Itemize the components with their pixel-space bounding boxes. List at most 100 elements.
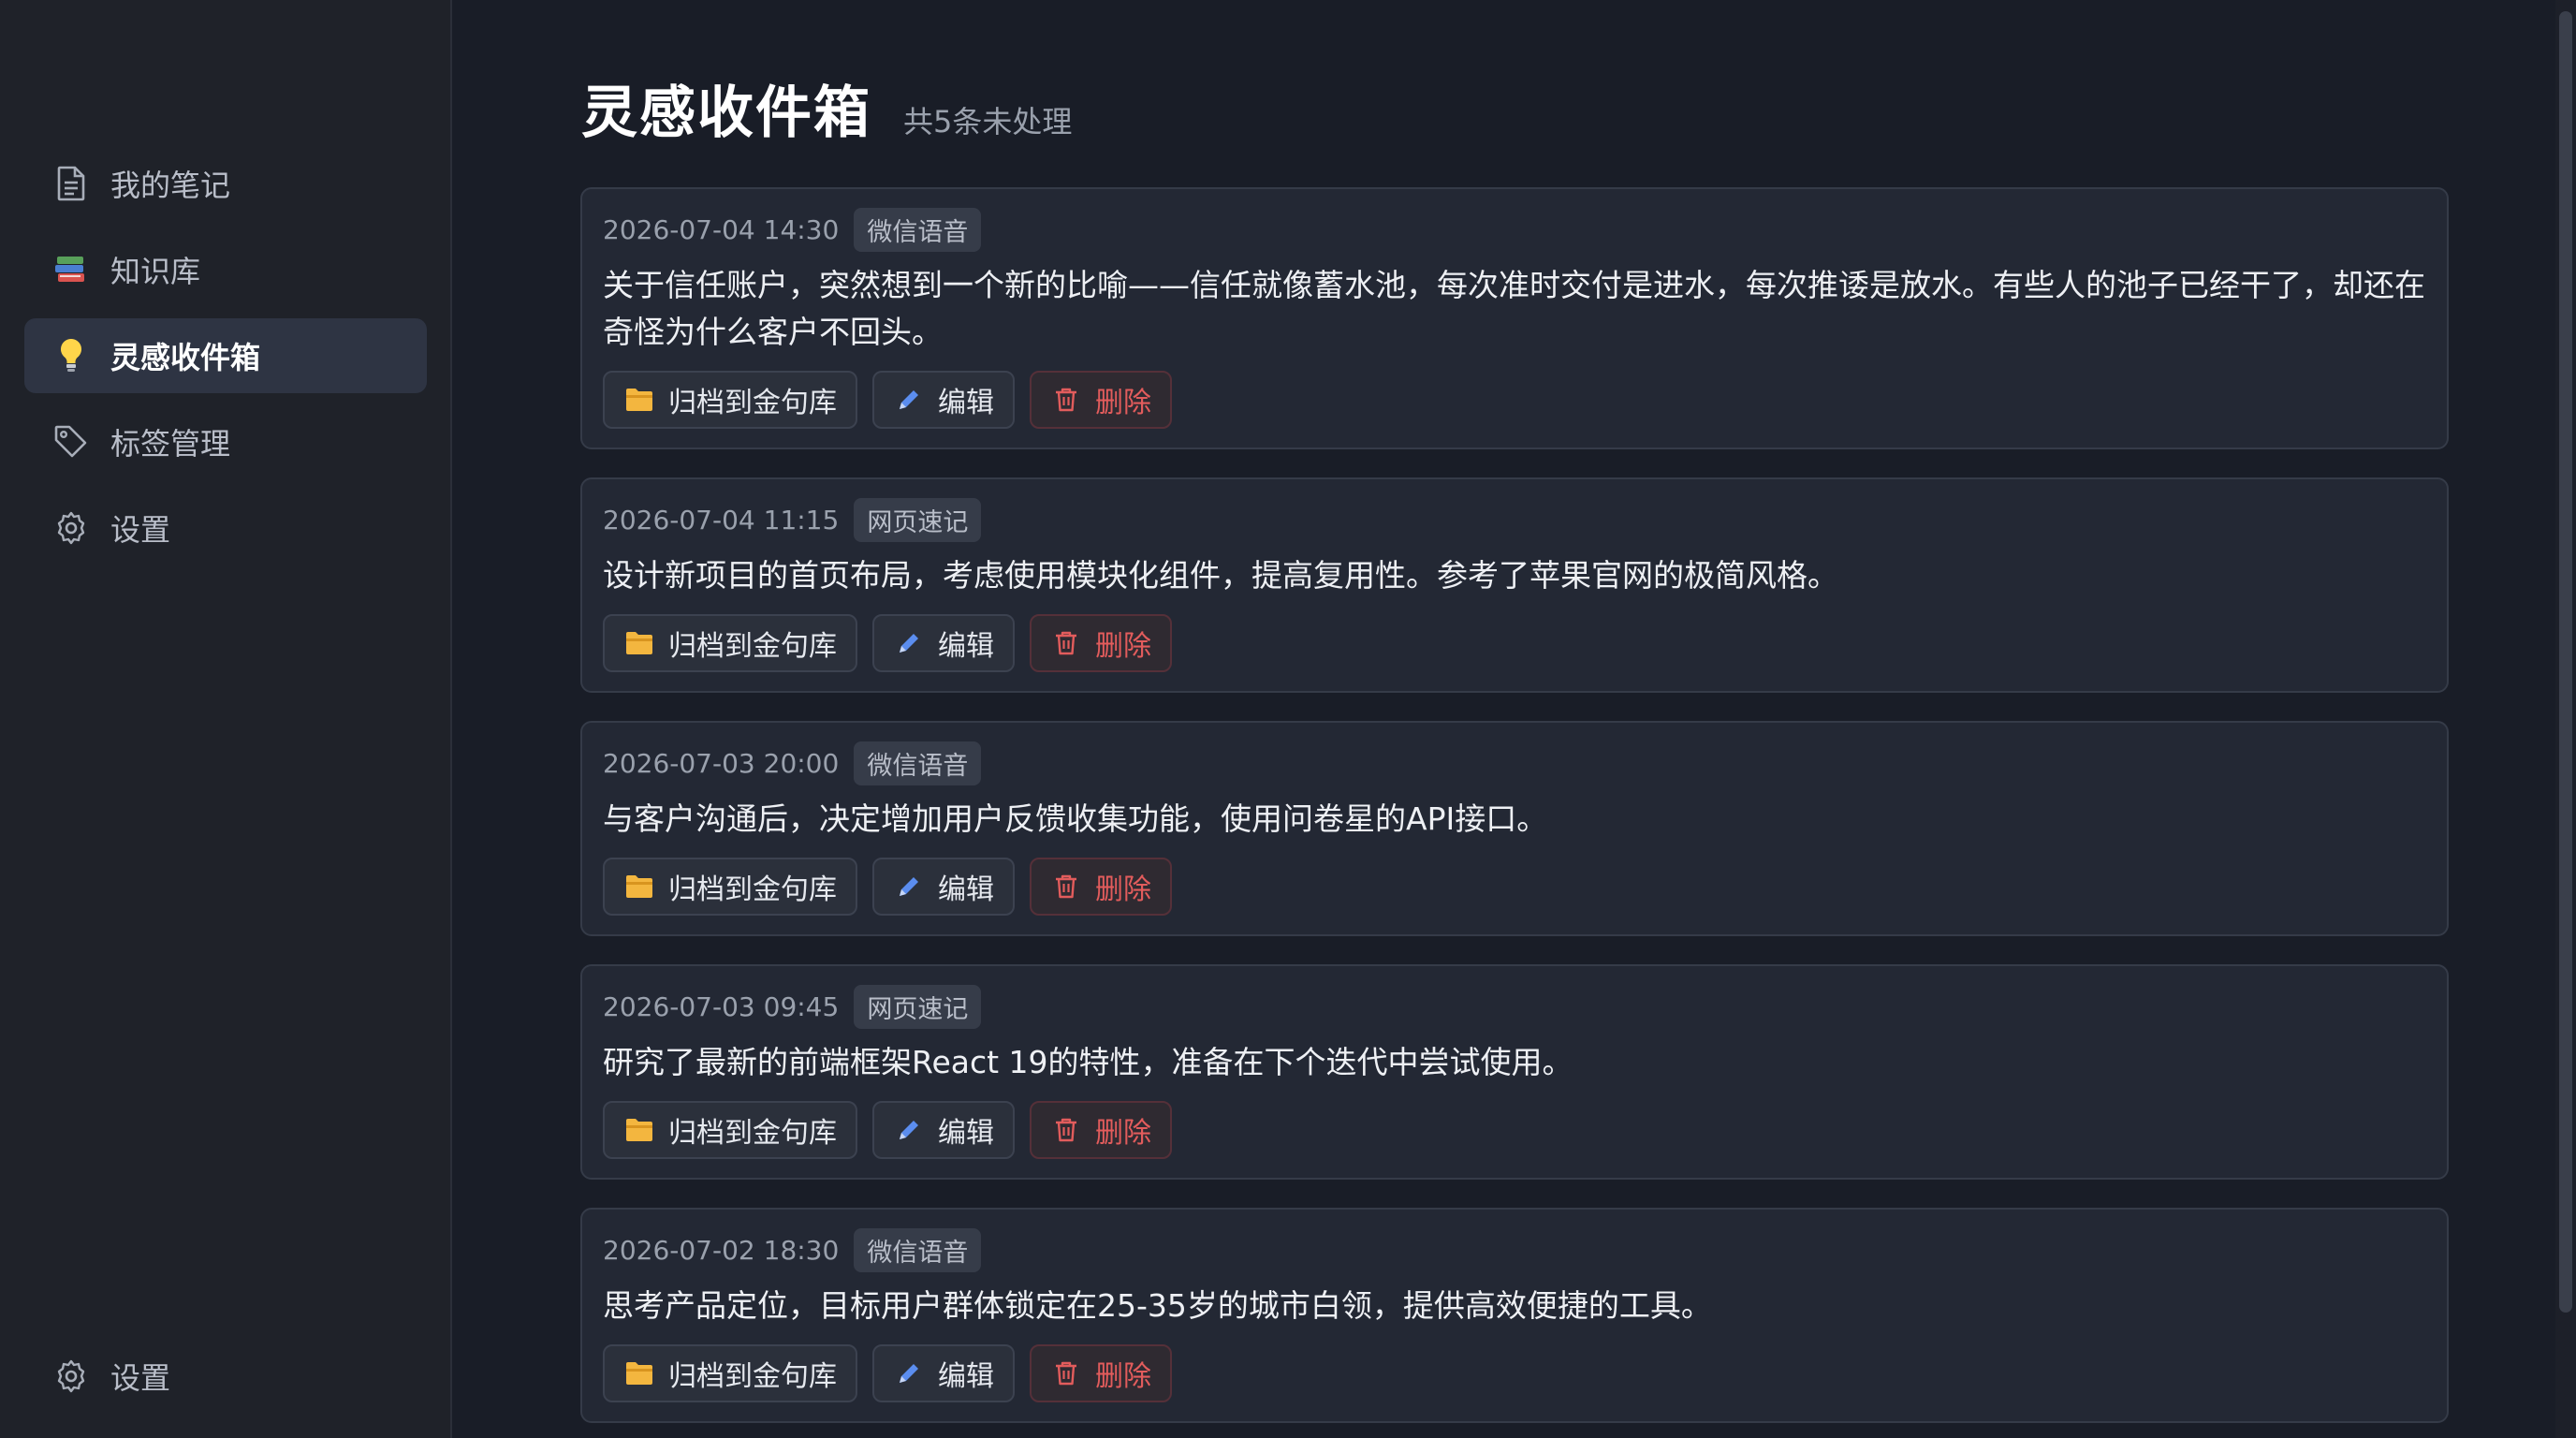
edit-button-label: 编辑 bbox=[938, 1360, 994, 1393]
delete-button-label: 删除 bbox=[1095, 1360, 1151, 1393]
sidebar-item-tag-management[interactable]: 标签管理 bbox=[24, 404, 427, 479]
delete-button[interactable]: 删除 bbox=[1030, 858, 1172, 916]
pencil-icon bbox=[893, 627, 925, 659]
delete-button[interactable]: 删除 bbox=[1030, 371, 1172, 429]
sidebar-item-knowledge-base[interactable]: 知识库 bbox=[24, 232, 427, 307]
sidebar-bottom-settings[interactable]: 设置 bbox=[24, 1339, 427, 1414]
sidebar-item-label: 标签管理 bbox=[110, 426, 231, 462]
card-content: 与客户沟通后，决定增加用户反馈收集功能，使用问卷星的API接口。 bbox=[603, 800, 1548, 837]
inspiration-card: 2026-07-03 20:00 微信语音 与客户沟通后，决定增加用户反馈收集功… bbox=[580, 721, 2449, 936]
pencil-icon bbox=[893, 1357, 925, 1389]
sidebar-footer: 设置 bbox=[24, 1339, 427, 1425]
card-meta: 2026-07-04 11:15 网页速记 bbox=[603, 497, 2426, 542]
sidebar-item-label: 设置 bbox=[110, 512, 171, 548]
card-timestamp: 2026-07-04 14:30 bbox=[603, 213, 840, 245]
archive-button[interactable]: 归档到金句库 bbox=[603, 1344, 857, 1402]
card-actions: 归档到金句库 编辑 删除 bbox=[603, 858, 2426, 916]
pencil-icon bbox=[893, 1114, 925, 1146]
app-window: 我的笔记 知识库 灵感收件箱 标签管理 设置 设置 灵感收件箱 共5条未处理 2… bbox=[0, 0, 2576, 1438]
sidebar-nav: 我的笔记 知识库 灵感收件箱 标签管理 设置 bbox=[24, 146, 427, 577]
main-content: 灵感收件箱 共5条未处理 2026-07-04 14:30 微信语音 关于信任账… bbox=[454, 0, 2576, 1438]
sidebar-item-my-notes[interactable]: 我的笔记 bbox=[24, 146, 427, 221]
sidebar-item-label: 设置 bbox=[110, 1360, 171, 1396]
archive-button-label: 归档到金句库 bbox=[668, 630, 837, 663]
delete-button-label: 删除 bbox=[1095, 1117, 1151, 1150]
card-meta: 2026-07-02 18:30 微信语音 bbox=[603, 1227, 2426, 1272]
archive-button-label: 归档到金句库 bbox=[668, 873, 837, 906]
sidebar-item-label: 我的笔记 bbox=[110, 168, 231, 203]
folder-icon bbox=[623, 871, 655, 902]
folder-icon bbox=[623, 384, 655, 416]
delete-button-label: 删除 bbox=[1095, 387, 1151, 419]
scrollbar[interactable] bbox=[2555, 0, 2576, 1438]
source-badge: 网页速记 bbox=[854, 497, 982, 542]
card-actions: 归档到金句库 编辑 删除 bbox=[603, 1344, 2426, 1402]
card-timestamp: 2026-07-03 09:45 bbox=[603, 990, 840, 1022]
card-actions: 归档到金句库 编辑 删除 bbox=[603, 614, 2426, 672]
pencil-icon bbox=[893, 871, 925, 902]
card-meta: 2026-07-03 20:00 微信语音 bbox=[603, 741, 2426, 785]
trash-icon bbox=[1050, 1114, 1082, 1146]
folder-icon bbox=[623, 1114, 655, 1146]
scrollbar-thumb[interactable] bbox=[2559, 11, 2572, 1313]
card-timestamp: 2026-07-03 20:00 bbox=[603, 747, 840, 779]
tag-icon bbox=[52, 423, 90, 461]
archive-button-label: 归档到金句库 bbox=[668, 1360, 837, 1393]
card-content: 关于信任账户，突然想到一个新的比喻——信任就像蓄水池，每次准时交付是进水，每次推… bbox=[603, 267, 2425, 350]
edit-button-label: 编辑 bbox=[938, 630, 994, 663]
trash-icon bbox=[1050, 384, 1082, 416]
card-actions: 归档到金句库 编辑 删除 bbox=[603, 1101, 2426, 1159]
card-content: 设计新项目的首页布局，考虑使用模块化组件，提高复用性。参考了苹果官网的极简风格。 bbox=[603, 557, 1838, 594]
page-header: 灵感收件箱 共5条未处理 bbox=[581, 67, 1072, 149]
source-badge: 网页速记 bbox=[854, 984, 982, 1029]
inspiration-card: 2026-07-04 11:15 网页速记 设计新项目的首页布局，考虑使用模块化… bbox=[580, 477, 2449, 693]
card-meta: 2026-07-03 09:45 网页速记 bbox=[603, 984, 2426, 1029]
edit-button-label: 编辑 bbox=[938, 1117, 994, 1150]
gear-icon bbox=[52, 509, 90, 547]
delete-button[interactable]: 删除 bbox=[1030, 614, 1172, 672]
sidebar-item-settings[interactable]: 设置 bbox=[24, 491, 427, 565]
delete-button[interactable]: 删除 bbox=[1030, 1344, 1172, 1402]
sidebar-item-label: 知识库 bbox=[110, 254, 201, 289]
archive-button[interactable]: 归档到金句库 bbox=[603, 371, 857, 429]
inspiration-card: 2026-07-04 14:30 微信语音 关于信任账户，突然想到一个新的比喻—… bbox=[580, 187, 2449, 449]
archive-button[interactable]: 归档到金句库 bbox=[603, 858, 857, 916]
lightbulb-icon bbox=[52, 337, 90, 374]
card-timestamp: 2026-07-02 18:30 bbox=[603, 1234, 840, 1266]
archive-button[interactable]: 归档到金句库 bbox=[603, 1101, 857, 1159]
folder-icon bbox=[623, 1357, 655, 1389]
card-content: 研究了最新的前端框架React 19的特性，准备在下个迭代中尝试使用。 bbox=[603, 1044, 1573, 1080]
folder-icon bbox=[623, 627, 655, 659]
edit-button[interactable]: 编辑 bbox=[872, 858, 1015, 916]
sidebar-item-label: 灵感收件箱 bbox=[110, 340, 261, 375]
edit-button-label: 编辑 bbox=[938, 387, 994, 419]
delete-button-label: 删除 bbox=[1095, 873, 1151, 906]
edit-button[interactable]: 编辑 bbox=[872, 1344, 1015, 1402]
card-meta: 2026-07-04 14:30 微信语音 bbox=[603, 207, 2426, 252]
edit-button[interactable]: 编辑 bbox=[872, 371, 1015, 429]
card-actions: 归档到金句库 编辑 删除 bbox=[603, 371, 2426, 429]
card-timestamp: 2026-07-04 11:15 bbox=[603, 504, 840, 536]
archive-button-label: 归档到金句库 bbox=[668, 1117, 837, 1150]
trash-icon bbox=[1050, 627, 1082, 659]
document-icon bbox=[52, 165, 90, 202]
source-badge: 微信语音 bbox=[854, 1227, 982, 1272]
trash-icon bbox=[1050, 871, 1082, 902]
gear-icon bbox=[52, 1357, 90, 1395]
edit-button[interactable]: 编辑 bbox=[872, 1101, 1015, 1159]
inspiration-card: 2026-07-03 09:45 网页速记 研究了最新的前端框架React 19… bbox=[580, 964, 2449, 1180]
page-title: 灵感收件箱 bbox=[581, 81, 871, 146]
edit-button[interactable]: 编辑 bbox=[872, 614, 1015, 672]
inspiration-card: 2026-07-02 18:30 微信语音 思考产品定位，目标用户群体锁定在25… bbox=[580, 1208, 2449, 1423]
books-icon bbox=[52, 251, 90, 288]
sidebar-item-inspiration-inbox[interactable]: 灵感收件箱 bbox=[24, 318, 427, 393]
source-badge: 微信语音 bbox=[854, 741, 982, 785]
inspiration-list: 2026-07-04 14:30 微信语音 关于信任账户，突然想到一个新的比喻—… bbox=[580, 187, 2449, 1438]
edit-button-label: 编辑 bbox=[938, 873, 994, 906]
delete-button[interactable]: 删除 bbox=[1030, 1101, 1172, 1159]
archive-button-label: 归档到金句库 bbox=[668, 387, 837, 419]
archive-button[interactable]: 归档到金句库 bbox=[603, 614, 857, 672]
card-content: 思考产品定位，目标用户群体锁定在25-35岁的城市白领，提供高效便捷的工具。 bbox=[603, 1287, 1712, 1324]
delete-button-label: 删除 bbox=[1095, 630, 1151, 663]
source-badge: 微信语音 bbox=[854, 207, 982, 252]
